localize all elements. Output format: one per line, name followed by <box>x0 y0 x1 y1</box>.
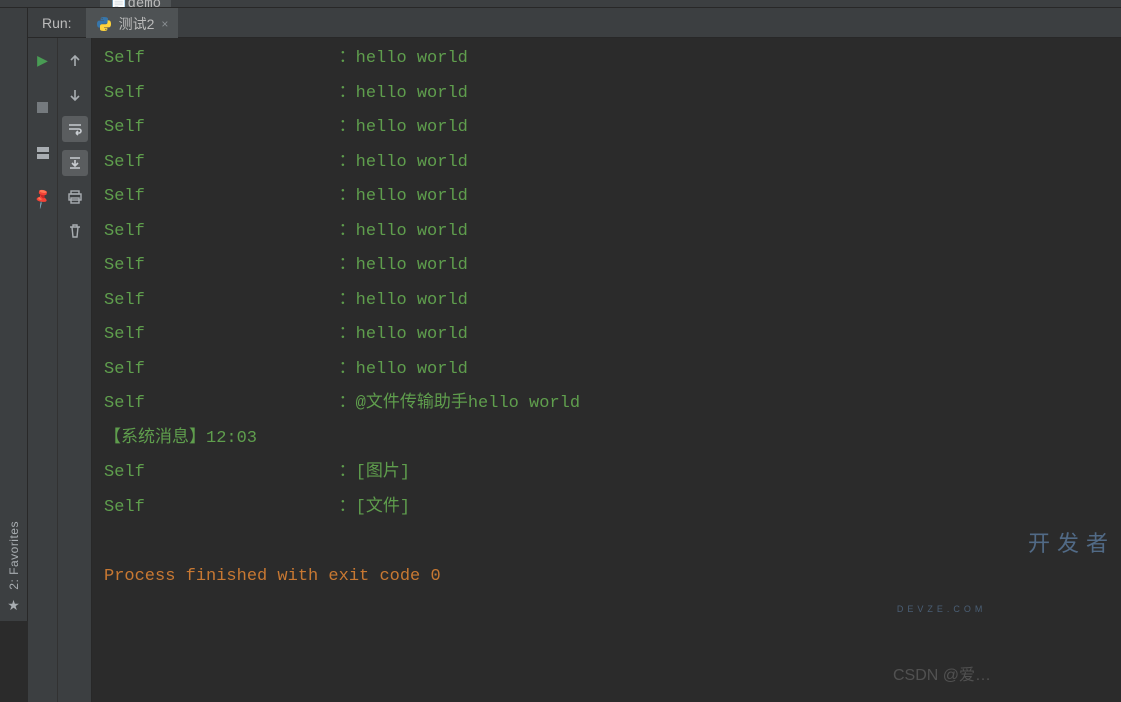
console-actions-column <box>58 38 92 702</box>
run-tab-label: 测试2 <box>119 14 155 34</box>
output-line: Self ：hello world <box>104 291 468 310</box>
stop-button[interactable] <box>30 94 56 120</box>
python-icon <box>96 16 112 32</box>
output-line: Self ：@文件传输助手hello world <box>104 394 580 413</box>
output-line: Self ：hello world <box>104 360 468 379</box>
brand-line2: DEVZE.COM <box>897 592 1115 627</box>
file-tab-demo[interactable]: 📄 demo <box>100 0 171 7</box>
console-output[interactable]: Self ：hello world Self ：hello world Self… <box>92 38 1121 702</box>
output-line: Self ：hello world <box>104 187 468 206</box>
star-icon[interactable]: ★ <box>7 598 20 615</box>
output-line: Self ：hello world <box>104 49 468 68</box>
layout-button[interactable] <box>30 140 56 166</box>
trash-button[interactable] <box>62 218 88 244</box>
file-tab-label: demo <box>127 0 161 7</box>
run-label: Run: <box>42 15 72 31</box>
close-icon[interactable]: × <box>161 17 168 31</box>
run-actions-column: ▶ 📌 <box>28 38 58 702</box>
output-line: 【系统消息】12:03 <box>104 429 257 448</box>
output-line: Self ：[文件] <box>104 498 410 517</box>
arrow-up-icon[interactable] <box>62 48 88 74</box>
scroll-to-end-button[interactable] <box>62 150 88 176</box>
output-line: Self ：hello world <box>104 118 468 137</box>
output-line: Self ：hello world <box>104 84 468 103</box>
run-window-header: Run: 测试2 × <box>28 8 1121 38</box>
output-line: Self ：[图片] <box>104 463 410 482</box>
print-button[interactable] <box>62 184 88 210</box>
output-line: Self ：hello world <box>104 222 468 241</box>
brand-line1: 开发者 <box>1028 531 1115 556</box>
output-line: Self ：hello world <box>104 153 468 172</box>
rerun-button[interactable]: ▶ <box>30 48 56 74</box>
favorites-tool-window[interactable]: 2: Favorites <box>7 521 21 590</box>
output-line: Self ：hello world <box>104 325 468 344</box>
brand-watermark: 开发者 DEVZE.COM <box>897 493 1115 696</box>
output-line: Self ：hello world <box>104 256 468 275</box>
pin-button[interactable]: 📌 <box>30 186 56 212</box>
arrow-down-icon[interactable] <box>62 82 88 108</box>
exit-line: Process finished with exit code 0 <box>104 567 441 586</box>
run-config-tab[interactable]: 测试2 × <box>86 8 179 38</box>
file-icon: 📄 <box>110 0 127 7</box>
soft-wrap-button[interactable] <box>62 116 88 142</box>
left-tool-rail: 2: Favorites ★ <box>0 8 28 621</box>
